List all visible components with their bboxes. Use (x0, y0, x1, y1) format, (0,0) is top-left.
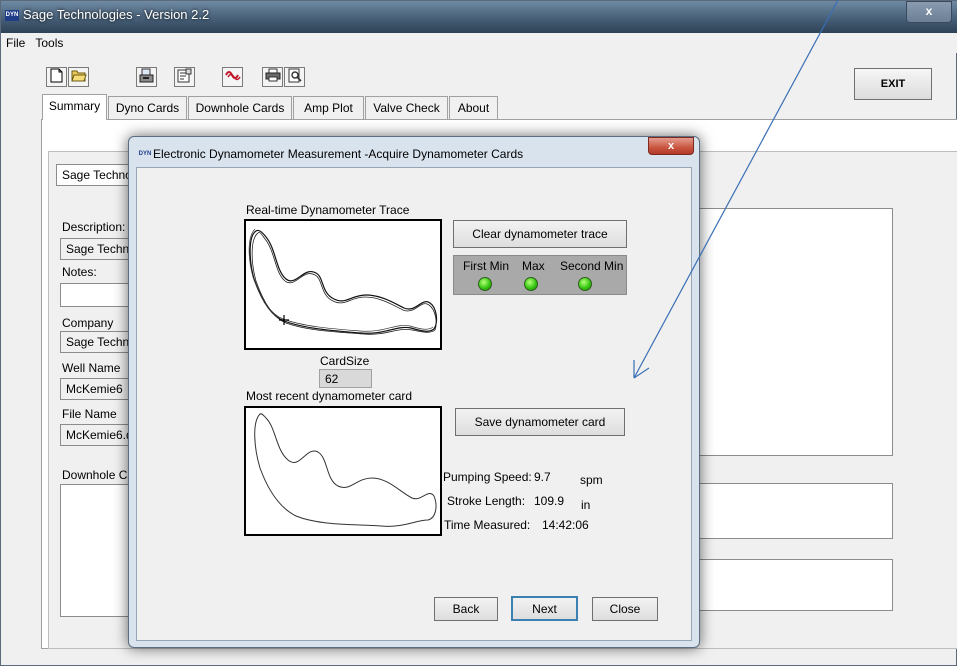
menu-tools[interactable]: Tools (30, 33, 68, 50)
tab-about[interactable]: About (449, 96, 498, 119)
right-text-box[interactable] (691, 208, 893, 456)
company-label: Company (62, 316, 114, 330)
realtime-trace-curve (248, 228, 438, 335)
pumping-speed-label: Pumping Speed: (443, 470, 532, 484)
print-preview-icon[interactable] (284, 67, 305, 87)
clear-trace-button[interactable]: Clear dynamometer trace (453, 220, 627, 248)
pumping-speed-value: 9.7 (534, 470, 551, 484)
downhole-label: Downhole Ca (62, 468, 135, 482)
led-max (524, 277, 538, 291)
tab-dyno-cards[interactable]: Dyno Cards (108, 96, 187, 119)
menu-file[interactable]: File (1, 33, 30, 50)
stroke-length-value: 109.9 (534, 494, 565, 508)
tab-summary[interactable]: Summary (42, 94, 107, 120)
recent-card-label: Most recent dynamometer card (246, 389, 413, 403)
file-name-label: File Name (62, 407, 117, 421)
led-label-max: Max (522, 259, 545, 273)
led-label-second-min: Second Min (560, 259, 624, 273)
stroke-length-label: Stroke Length: (447, 494, 526, 508)
tab-amp-plot[interactable]: Amp Plot (293, 96, 364, 119)
title-bar: DYN Sage Technologies - Version 2.2 x (1, 1, 957, 33)
dyno-wave-icon[interactable] (222, 67, 243, 87)
cardsize-label: CardSize (320, 354, 370, 368)
open-folder-icon[interactable] (68, 67, 89, 87)
acquire-dialog: DYN Electronic Dynamometer Measurement -… (128, 136, 700, 648)
dialog-title: Electronic Dynamometer Measurement -Acqu… (153, 147, 524, 161)
print-icon[interactable] (262, 67, 283, 87)
window-title: Sage Technologies - Version 2.2 (23, 7, 210, 22)
stroke-length-unit: in (581, 498, 591, 512)
notes-label: Notes: (62, 265, 97, 279)
next-button[interactable]: Next (511, 596, 578, 621)
close-button[interactable]: Close (592, 597, 658, 621)
new-file-icon[interactable] (46, 67, 67, 87)
realtime-trace-plot (244, 219, 442, 350)
tab-downhole-cards[interactable]: Downhole Cards (188, 96, 292, 119)
properties-icon[interactable] (174, 67, 195, 87)
led-first-min (478, 277, 492, 291)
led-label-first-min: First Min (463, 259, 509, 273)
exit-button[interactable]: EXIT (854, 68, 932, 100)
description-label: Description: (62, 220, 126, 234)
cardsize-field: 62 (319, 369, 372, 388)
back-button[interactable]: Back (434, 597, 498, 621)
realtime-trace-label: Real-time Dynamometer Trace (246, 203, 410, 217)
time-measured-label: Time Measured: (444, 518, 531, 532)
well-name-label: Well Name (62, 361, 121, 375)
window-close-button[interactable]: x (906, 1, 952, 23)
dialog-client-area: Real-time Dynamometer Trace Clear dynamo… (136, 167, 692, 641)
tab-valve-check[interactable]: Valve Check (365, 96, 448, 119)
app-icon: DYN (5, 10, 19, 21)
time-measured-value: 14:42:06 (542, 518, 589, 532)
dialog-close-icon[interactable]: x (648, 137, 694, 155)
right-text-box-3[interactable] (691, 559, 893, 611)
recent-card-curve (254, 413, 437, 527)
right-text-box-2[interactable] (691, 483, 893, 539)
led-second-min (578, 277, 592, 291)
recent-card-plot (244, 406, 442, 536)
led-panel: First Min Max Second Min (453, 255, 627, 295)
acquire-icon[interactable] (136, 67, 157, 87)
save-card-button[interactable]: Save dynamometer card (455, 408, 625, 436)
dialog-app-icon: DYN (138, 149, 152, 160)
menu-bar: File Tools (1, 33, 957, 53)
pumping-speed-unit: spm (580, 473, 603, 487)
